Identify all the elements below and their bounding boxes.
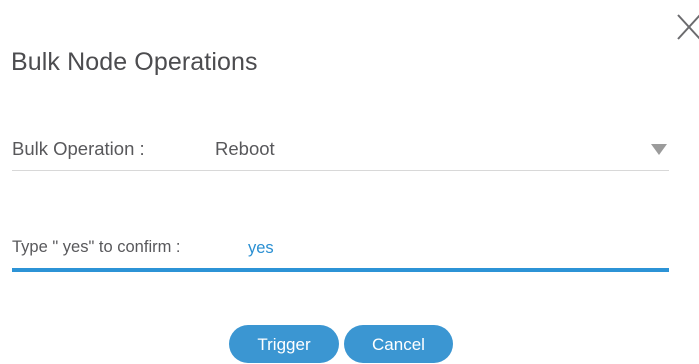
cancel-button[interactable]: Cancel bbox=[344, 325, 453, 363]
confirm-label: Type " yes" to confirm : bbox=[12, 238, 181, 256]
caret-down-icon[interactable] bbox=[651, 144, 667, 155]
bulk-operation-value: Reboot bbox=[215, 138, 275, 159]
confirm-field-row: Type " yes" to confirm : bbox=[12, 222, 669, 272]
bulk-operation-label: Bulk Operation : bbox=[12, 138, 145, 159]
confirm-input[interactable] bbox=[248, 236, 648, 260]
bulk-operation-select[interactable]: Bulk Operation : Reboot bbox=[12, 120, 669, 171]
bulk-node-operations-dialog: Bulk Node Operations Bulk Operation : Re… bbox=[0, 0, 699, 364]
close-icon[interactable] bbox=[676, 12, 699, 42]
dialog-title: Bulk Node Operations bbox=[11, 48, 258, 76]
trigger-button[interactable]: Trigger bbox=[229, 325, 339, 363]
